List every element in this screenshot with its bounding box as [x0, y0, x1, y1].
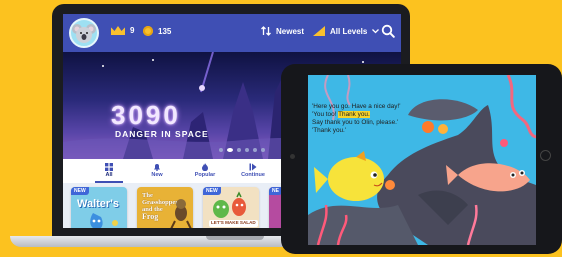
water-drop-character-icon — [90, 213, 118, 228]
sort-arrows-icon — [261, 26, 271, 36]
laptop-notch — [206, 236, 264, 240]
tablet-camera — [290, 154, 295, 159]
carousel-dot[interactable] — [245, 148, 249, 152]
search-icon[interactable] — [381, 24, 395, 38]
tab-popular[interactable]: Popular — [181, 159, 229, 183]
coin-icon — [143, 26, 153, 36]
banner-title: 3090 — [111, 100, 181, 130]
level-bars-icon — [313, 26, 325, 36]
carousel-dot[interactable] — [237, 148, 241, 152]
book-reader-page: 'Here you go. Have a nice day!' 'You too… — [308, 75, 536, 245]
story-line: 'Here you go. Have a nice day!' — [312, 103, 401, 110]
level-filter-label: All Levels — [330, 26, 368, 36]
carousel-dot[interactable] — [219, 148, 223, 152]
carousel-dots[interactable] — [219, 148, 265, 152]
book-card[interactable]: NEW Walter's — [71, 187, 127, 228]
tab-label: Popular — [194, 172, 216, 178]
tab-new[interactable]: New — [133, 159, 181, 183]
book-card[interactable]: NEW LET'S MAKE SALAD — [203, 187, 259, 228]
crown-counter: 9 — [111, 26, 134, 35]
carousel-dot[interactable] — [261, 148, 265, 152]
banner-subtitle: DANGER IN SPACE — [115, 129, 209, 139]
grid-icon — [105, 163, 113, 171]
bell-icon — [154, 164, 160, 171]
coin-counter: 135 — [143, 26, 171, 36]
tab-label: New — [151, 172, 163, 178]
tab-label: Continue — [241, 172, 265, 178]
coin-count: 135 — [158, 26, 172, 36]
new-badge: NE — [269, 187, 282, 195]
carousel-dot[interactable] — [253, 148, 257, 152]
tab-label: All — [105, 172, 113, 178]
book-title: LET'S MAKE SALAD — [209, 220, 258, 227]
grasshopper-character-icon — [170, 199, 192, 228]
tab-continue[interactable]: Continue — [229, 159, 277, 183]
story-line: 'Thank you.' — [312, 127, 347, 134]
underwater-illustration — [308, 75, 536, 245]
carousel-dot-active[interactable] — [227, 148, 233, 152]
story-line: 'You too! Thank you. — [312, 111, 370, 118]
highlighted-word[interactable]: Thank you. — [338, 111, 370, 118]
story-text: 'Here you go. Have a nice day!' 'You too… — [312, 103, 400, 135]
top-bar: 9 135 Newest All Levels — [63, 14, 401, 52]
tablet-home-button[interactable] — [540, 150, 551, 161]
sort-label: Newest — [276, 26, 305, 36]
play-icon — [249, 163, 257, 171]
story-line: Say thank you to Olin, please.' — [312, 119, 399, 126]
crown-icon — [111, 26, 125, 35]
crown-count: 9 — [130, 26, 135, 35]
level-filter-dropdown[interactable]: All Levels — [313, 26, 380, 36]
profile-avatar[interactable] — [69, 18, 99, 48]
book-card[interactable]: The Grasshopper and the Frog — [137, 187, 193, 228]
chevron-down-icon — [372, 28, 380, 33]
tab-all[interactable]: All — [85, 159, 133, 183]
sort-button[interactable]: Newest — [261, 26, 304, 36]
flame-icon — [202, 163, 208, 171]
koala-icon — [72, 24, 96, 43]
